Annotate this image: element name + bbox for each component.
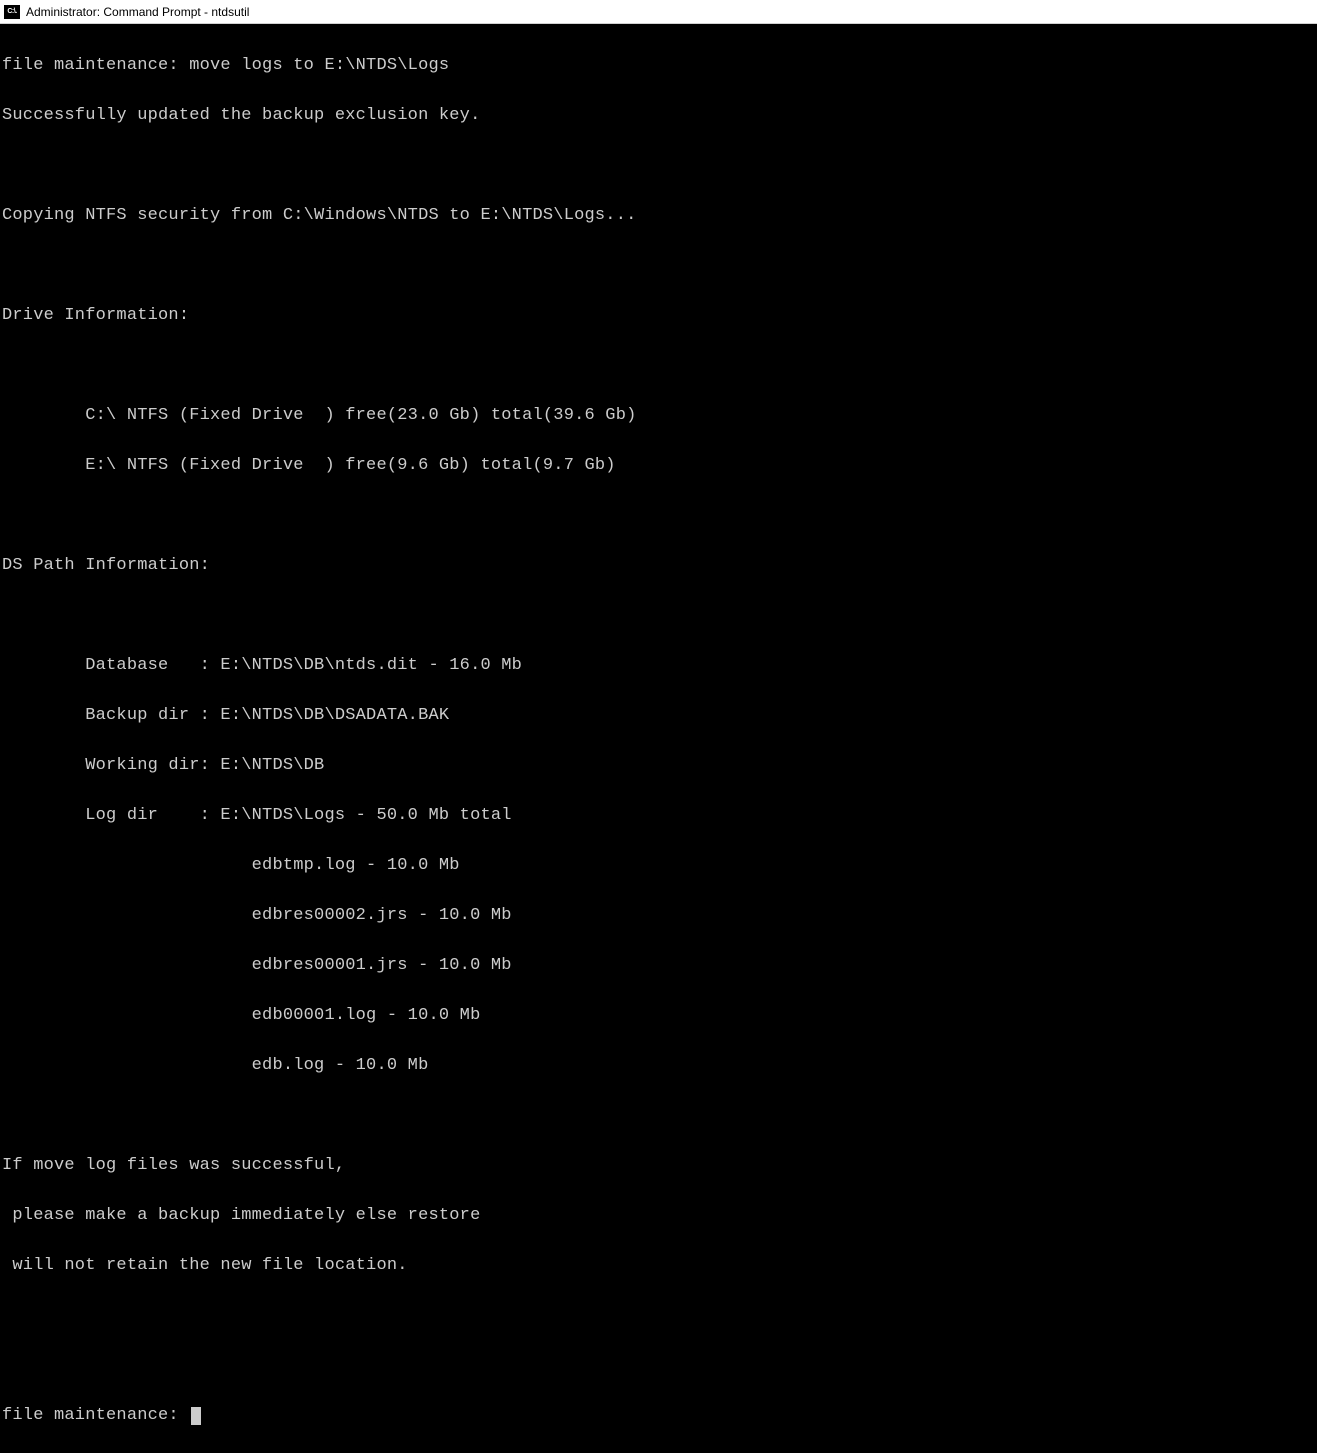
terminal-line [2, 1303, 1317, 1328]
terminal-line [2, 1353, 1317, 1378]
terminal-line: C:\ NTFS (Fixed Drive ) free(23.0 Gb) to… [2, 403, 1317, 428]
window-title: Administrator: Command Prompt - ntdsutil [26, 5, 249, 19]
terminal-prompt-line[interactable]: file maintenance: [2, 1403, 1317, 1428]
terminal-line: E:\ NTFS (Fixed Drive ) free(9.6 Gb) tot… [2, 453, 1317, 478]
terminal-line: If move log files was successful, [2, 1153, 1317, 1178]
terminal-line: edb.log - 10.0 Mb [2, 1053, 1317, 1078]
terminal-line [2, 353, 1317, 378]
terminal-line: Working dir: E:\NTDS\DB [2, 753, 1317, 778]
terminal-line [2, 603, 1317, 628]
terminal-line [2, 253, 1317, 278]
terminal-line: Successfully updated the backup exclusio… [2, 103, 1317, 128]
terminal-line: Copying NTFS security from C:\Windows\NT… [2, 203, 1317, 228]
terminal-line: DS Path Information: [2, 553, 1317, 578]
terminal-line [2, 1103, 1317, 1128]
terminal-line: Backup dir : E:\NTDS\DB\DSADATA.BAK [2, 703, 1317, 728]
terminal-line: edbres00001.jrs - 10.0 Mb [2, 953, 1317, 978]
terminal-line [2, 503, 1317, 528]
terminal-line: will not retain the new file location. [2, 1253, 1317, 1278]
terminal-output[interactable]: file maintenance: move logs to E:\NTDS\L… [0, 24, 1317, 1453]
terminal-line: edb00001.log - 10.0 Mb [2, 1003, 1317, 1028]
terminal-line: edbtmp.log - 10.0 Mb [2, 853, 1317, 878]
cmd-icon: C:\. [4, 5, 20, 19]
terminal-prompt: file maintenance: [2, 1403, 189, 1428]
terminal-line: please make a backup immediately else re… [2, 1203, 1317, 1228]
terminal-line: file maintenance: move logs to E:\NTDS\L… [2, 53, 1317, 78]
terminal-line: Database : E:\NTDS\DB\ntds.dit - 16.0 Mb [2, 653, 1317, 678]
cursor-icon [191, 1407, 201, 1425]
terminal-line [2, 153, 1317, 178]
terminal-line: edbres00002.jrs - 10.0 Mb [2, 903, 1317, 928]
terminal-line: Drive Information: [2, 303, 1317, 328]
window-titlebar[interactable]: C:\. Administrator: Command Prompt - ntd… [0, 0, 1317, 24]
terminal-line: Log dir : E:\NTDS\Logs - 50.0 Mb total [2, 803, 1317, 828]
